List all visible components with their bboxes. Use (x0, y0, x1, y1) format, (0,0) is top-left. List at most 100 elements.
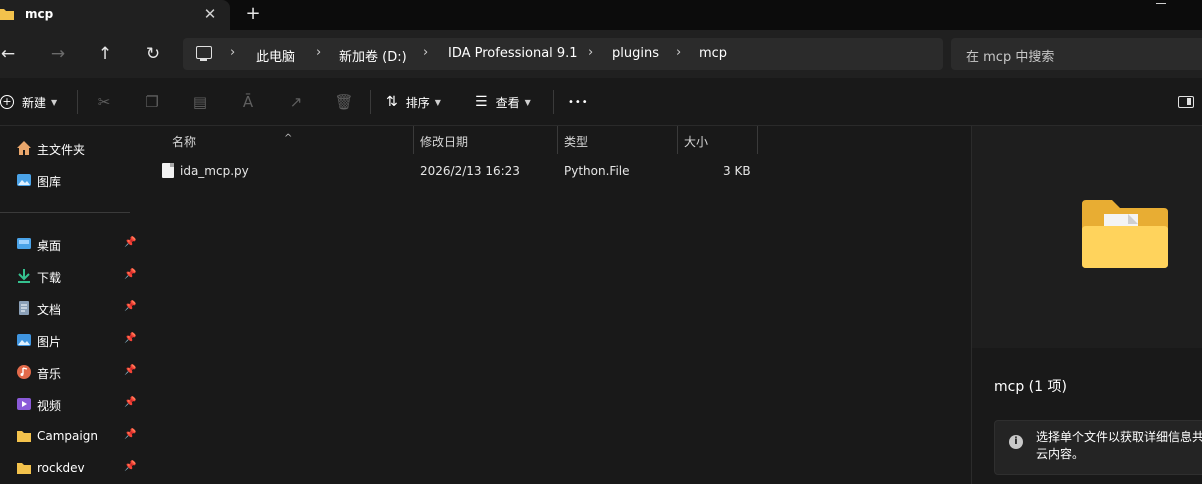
home-icon (17, 141, 31, 155)
sidebar-item-label: 视频 (37, 399, 62, 413)
more-icon: ••• (568, 96, 589, 108)
view-label: 查看 (495, 95, 520, 110)
new-button[interactable]: + 新建 ▼ (0, 92, 57, 112)
gallery-icon (17, 174, 31, 186)
sidebar-item-desktop[interactable]: 桌面 📌 (0, 230, 141, 258)
sidebar-item-label: 图片 (37, 335, 62, 349)
sort-icon: ⇅ (386, 94, 398, 110)
sidebar-item-downloads[interactable]: 下载 📌 (0, 262, 141, 290)
sidebar-item-label: Campaign (37, 429, 98, 443)
new-tab-button[interactable]: + (244, 4, 262, 24)
navigation-pane: 主文件夹 图库 桌面 📌 下载 📌 文档 📌 图片 📌 音乐 📌 视频 📌 Ca… (0, 126, 141, 484)
chevron-down-icon: ▼ (524, 97, 531, 107)
view-button[interactable]: ☰ 查看 ▼ (475, 92, 531, 112)
sidebar-item-gallery[interactable]: 图库 (0, 166, 141, 194)
download-icon (18, 269, 30, 283)
info-text: 选择单个文件以获取详细信息共享云内容。 (1036, 430, 1202, 461)
address-bar[interactable]: › 此电脑 › 新加卷 (D:) › IDA Professional 9.1 … (183, 38, 943, 70)
more-options-button[interactable]: ••• (568, 92, 589, 112)
chevron-right-icon[interactable]: › (676, 45, 681, 60)
paste-icon[interactable]: ▤ (190, 92, 210, 112)
sidebar-divider (0, 212, 130, 213)
breadcrumb-ida[interactable]: IDA Professional 9.1 (448, 46, 578, 61)
sidebar-item-label: 主文件夹 (37, 143, 86, 157)
folder-icon (1082, 200, 1168, 268)
column-header-size[interactable]: 大小 (676, 126, 756, 154)
copy-icon[interactable]: ❐ (142, 92, 162, 112)
breadcrumb-this-pc[interactable]: 此电脑 (256, 46, 295, 65)
desktop-icon (17, 238, 31, 249)
pin-icon: 📌 (124, 365, 137, 376)
close-tab-icon[interactable]: ✕ (202, 5, 218, 23)
pin-icon: 📌 (124, 301, 137, 312)
breadcrumb-mcp[interactable]: mcp (699, 46, 727, 61)
sort-button[interactable]: ⇅ 排序 ▼ (386, 92, 441, 112)
chevron-right-icon[interactable]: › (423, 45, 428, 60)
chevron-right-icon[interactable]: › (588, 45, 593, 60)
refresh-button[interactable]: ↻ (141, 42, 165, 66)
sidebar-item-pictures[interactable]: 图片 📌 (0, 326, 141, 354)
table-row[interactable]: ida_mcp.py 2026/2/13 16:23 Python.File 3… (142, 158, 971, 186)
column-name-label: 名称 (172, 135, 197, 149)
chevron-down-icon: ▼ (434, 97, 441, 107)
file-size: 3 KB (723, 164, 751, 178)
tab-mcp[interactable]: mcp ✕ (0, 0, 230, 30)
breadcrumb-drive[interactable]: 新加卷 (D:) (339, 46, 407, 65)
file-modified: 2026/2/13 16:23 (420, 164, 520, 178)
file-type: Python.File (564, 164, 630, 178)
column-divider[interactable] (757, 126, 758, 154)
title-bar: mcp ✕ + (0, 0, 1202, 30)
back-button[interactable]: ← (0, 42, 20, 66)
info-message: i 选择单个文件以获取详细信息共享云内容。 (994, 420, 1202, 475)
videos-icon (17, 398, 31, 410)
search-input[interactable]: 在 mcp 中搜索 (951, 38, 1202, 70)
this-pc-icon (196, 46, 212, 61)
sidebar-item-label: 图库 (37, 175, 62, 189)
column-header-name[interactable]: 名称 ^ (164, 126, 414, 154)
chevron-right-icon[interactable]: › (316, 45, 321, 60)
sidebar-item-label: 音乐 (37, 367, 62, 381)
sidebar-item-home[interactable]: 主文件夹 (0, 134, 141, 162)
details-pane: mcp (1 项) i 选择单个文件以获取详细信息共享云内容。 (971, 126, 1202, 484)
sort-ascending-icon: ^ (284, 133, 293, 144)
sidebar-item-campaign[interactable]: Campaign 📌 (0, 422, 141, 450)
music-icon (17, 365, 31, 379)
folder-icon (17, 463, 31, 474)
column-modified-label: 修改日期 (420, 135, 469, 149)
address-row: ← → ↑ ↻ › 此电脑 › 新加卷 (D:) › IDA Professio… (0, 30, 1202, 78)
info-icon: i (1009, 435, 1023, 449)
divider (77, 90, 78, 114)
plus-circle-icon: + (0, 95, 14, 109)
details-pane-icon[interactable] (1178, 96, 1194, 108)
breadcrumb-plugins[interactable]: plugins (612, 46, 659, 61)
tab-title: mcp (25, 7, 54, 21)
delete-icon[interactable]: 🗑 (334, 92, 354, 112)
chevron-right-icon[interactable]: › (230, 45, 235, 60)
folder-icon (0, 9, 14, 20)
column-header-type[interactable]: 类型 (556, 126, 676, 154)
rename-icon[interactable]: Ā (238, 92, 258, 112)
sidebar-item-label: 下载 (37, 271, 62, 285)
sidebar-item-rockdev[interactable]: rockdev 📌 (0, 454, 141, 482)
share-icon[interactable]: ↗ (286, 92, 306, 112)
forward-button[interactable]: → (46, 42, 70, 66)
column-size-label: 大小 (684, 135, 709, 149)
divider (370, 90, 371, 114)
cut-icon[interactable]: ✂ (94, 92, 114, 112)
sidebar-item-videos[interactable]: 视频 📌 (0, 390, 141, 418)
sidebar-item-label: 文档 (37, 303, 62, 317)
minimize-button[interactable] (1152, 0, 1172, 8)
pin-icon: 📌 (124, 429, 137, 440)
column-header-modified[interactable]: 修改日期 (412, 126, 556, 154)
chevron-down-icon: ▼ (51, 97, 58, 107)
up-button[interactable]: ↑ (93, 42, 117, 66)
sidebar-item-documents[interactable]: 文档 📌 (0, 294, 141, 322)
view-list-icon: ☰ (475, 94, 488, 110)
pin-icon: 📌 (124, 333, 137, 344)
sidebar-item-music[interactable]: 音乐 📌 (0, 358, 141, 386)
column-type-label: 类型 (564, 135, 589, 149)
pin-icon: 📌 (124, 269, 137, 280)
divider (553, 90, 554, 114)
preview-thumbnail-area (972, 126, 1202, 346)
new-label: 新建 (22, 95, 47, 110)
